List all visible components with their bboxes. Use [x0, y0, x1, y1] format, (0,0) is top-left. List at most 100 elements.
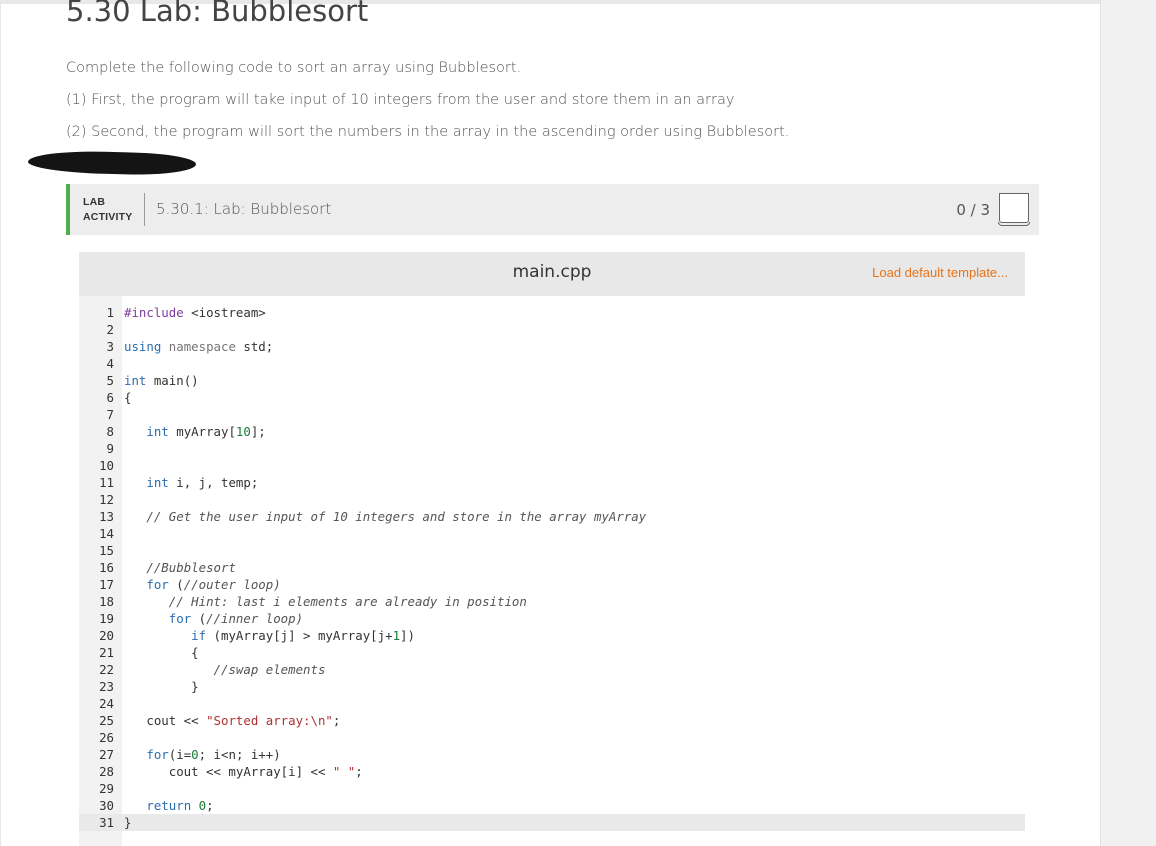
code-text[interactable]: }: [124, 814, 131, 831]
lab-score: 0 / 3: [956, 201, 990, 219]
code-line[interactable]: 9: [79, 440, 1025, 457]
code-text[interactable]: {: [124, 389, 131, 406]
code-line[interactable]: 19 for (//inner loop): [79, 610, 1025, 627]
checkbox-icon: [998, 193, 1030, 226]
code-line[interactable]: 12: [79, 491, 1025, 508]
line-number: 31: [99, 815, 114, 830]
code-line[interactable]: 3 using namespace std;: [79, 338, 1025, 355]
code-line[interactable]: 6{: [79, 389, 1025, 406]
intro-text: Complete the following code to sort an a…: [66, 60, 522, 76]
left-border: [0, 0, 1, 846]
line-number: 4: [106, 356, 114, 371]
line-number: 15: [99, 543, 114, 558]
code-text[interactable]: #include <iostream>: [124, 304, 266, 321]
line-number: 16: [99, 560, 114, 575]
line-number: 13: [99, 509, 114, 524]
code-line[interactable]: 28 cout << myArray[i] << " ";: [79, 763, 1025, 780]
code-text[interactable]: return 0;: [124, 797, 213, 814]
line-number: 17: [99, 577, 114, 592]
editor-header: main.cpp Load default template...: [79, 252, 1025, 296]
line-number: 24: [99, 696, 114, 711]
lab-activity-tag: LAB ACTIVITY: [83, 195, 132, 225]
code-line[interactable]: 17 for (//outer loop): [79, 576, 1025, 593]
code-text[interactable]: int myArray[10];: [124, 423, 265, 440]
code-line[interactable]: 26: [79, 729, 1025, 746]
code-text[interactable]: // Hint: last i elements are already in …: [124, 593, 527, 610]
code-text[interactable]: for(i=0; i<n; i++): [124, 746, 280, 763]
code-lines[interactable]: 1 #include <iostream> 2 3 using namespace st…: [79, 304, 1025, 831]
page-title: 5.30 Lab: Bubblesort: [66, 0, 369, 28]
code-text[interactable]: if (myArray[j] > myArray[j+1]): [124, 627, 415, 644]
lab-tag-line2: ACTIVITY: [83, 211, 133, 223]
lab-activity-name: 5.30.1: Lab: Bubblesort: [156, 200, 332, 218]
line-number: 26: [99, 730, 114, 745]
code-line[interactable]: 13 // Get the user input of 10 integers …: [79, 508, 1025, 525]
line-number: 27: [99, 747, 114, 762]
line-number: 1: [106, 305, 114, 320]
line-number: 5: [106, 373, 114, 388]
code-text[interactable]: for (//outer loop): [124, 576, 280, 593]
code-line[interactable]: 30 return 0;: [79, 797, 1025, 814]
code-text[interactable]: using namespace std;: [124, 338, 273, 355]
line-number: 14: [99, 526, 114, 541]
line-number: 6: [106, 390, 114, 405]
code-line[interactable]: 21 {: [79, 644, 1025, 661]
line-number: 8: [106, 424, 114, 439]
code-line[interactable]: 16 //Bubblesort: [79, 559, 1025, 576]
step-2-text: (2) Second, the program will sort the nu…: [66, 124, 790, 140]
line-number: 23: [99, 679, 114, 694]
line-number: 28: [99, 764, 114, 779]
line-number: 21: [99, 645, 114, 660]
code-text[interactable]: int main(): [124, 372, 199, 389]
code-line[interactable]: 4: [79, 355, 1025, 372]
line-number: 20: [99, 628, 114, 643]
load-default-template-link[interactable]: Load default template...: [872, 265, 1008, 280]
code-text[interactable]: //swap elements: [124, 661, 326, 678]
code-line[interactable]: 8 int myArray[10];: [79, 423, 1025, 440]
line-number: 2: [106, 322, 114, 337]
line-number: 22: [99, 662, 114, 677]
code-text[interactable]: }: [124, 678, 198, 695]
step-1-text: (1) First, the program will take input o…: [66, 92, 735, 108]
code-line[interactable]: 24: [79, 695, 1025, 712]
line-number: 7: [106, 407, 114, 422]
code-text[interactable]: cout << "Sorted array:\n";: [124, 712, 340, 729]
code-text[interactable]: //Bubblesort: [124, 559, 236, 576]
redaction-mark: [27, 149, 197, 177]
code-text[interactable]: for (//inner loop): [124, 610, 303, 627]
code-line[interactable]: 29: [79, 780, 1025, 797]
code-line[interactable]: 23 }: [79, 678, 1025, 695]
code-text[interactable]: // Get the user input of 10 integers and…: [124, 508, 646, 525]
code-line[interactable]: 20 if (myArray[j] > myArray[j+1]): [79, 627, 1025, 644]
lab-header-divider: [144, 193, 145, 226]
line-number: 25: [99, 713, 114, 728]
code-line[interactable]: 7: [79, 406, 1025, 423]
line-number: 9: [106, 441, 114, 456]
line-number: 29: [99, 781, 114, 796]
code-line[interactable]: 10: [79, 457, 1025, 474]
code-line[interactable]: 11 int i, j, temp;: [79, 474, 1025, 491]
code-text[interactable]: cout << myArray[i] << " ";: [124, 763, 363, 780]
code-line[interactable]: 5 int main(): [79, 372, 1025, 389]
code-line[interactable]: 18 // Hint: last i elements are already …: [79, 593, 1025, 610]
code-line[interactable]: 27 for(i=0; i<n; i++): [79, 746, 1025, 763]
line-number: 10: [99, 458, 114, 473]
code-line[interactable]: 25 cout << "Sorted array:\n";: [79, 712, 1025, 729]
line-number: 30: [99, 798, 114, 813]
line-number: 3: [106, 339, 114, 354]
code-line[interactable]: 1 #include <iostream>: [79, 304, 1025, 321]
lab-tag-line1: LAB: [83, 196, 106, 208]
line-number: 12: [99, 492, 114, 507]
code-line[interactable]: 2: [79, 321, 1025, 338]
line-number: 19: [99, 611, 114, 626]
code-text[interactable]: {: [124, 644, 198, 661]
line-number: 11: [99, 475, 114, 490]
code-text[interactable]: int i, j, temp;: [124, 474, 258, 491]
code-line[interactable]: 14: [79, 525, 1025, 542]
right-side-panel: [1100, 0, 1156, 846]
code-line[interactable]: 15: [79, 542, 1025, 559]
code-line[interactable]: 22 //swap elements: [79, 661, 1025, 678]
line-number: 18: [99, 594, 114, 609]
code-line[interactable]: 31}: [79, 814, 1025, 831]
lab-activity-header: LAB ACTIVITY 5.30.1: Lab: Bubblesort 0 /…: [66, 184, 1039, 235]
